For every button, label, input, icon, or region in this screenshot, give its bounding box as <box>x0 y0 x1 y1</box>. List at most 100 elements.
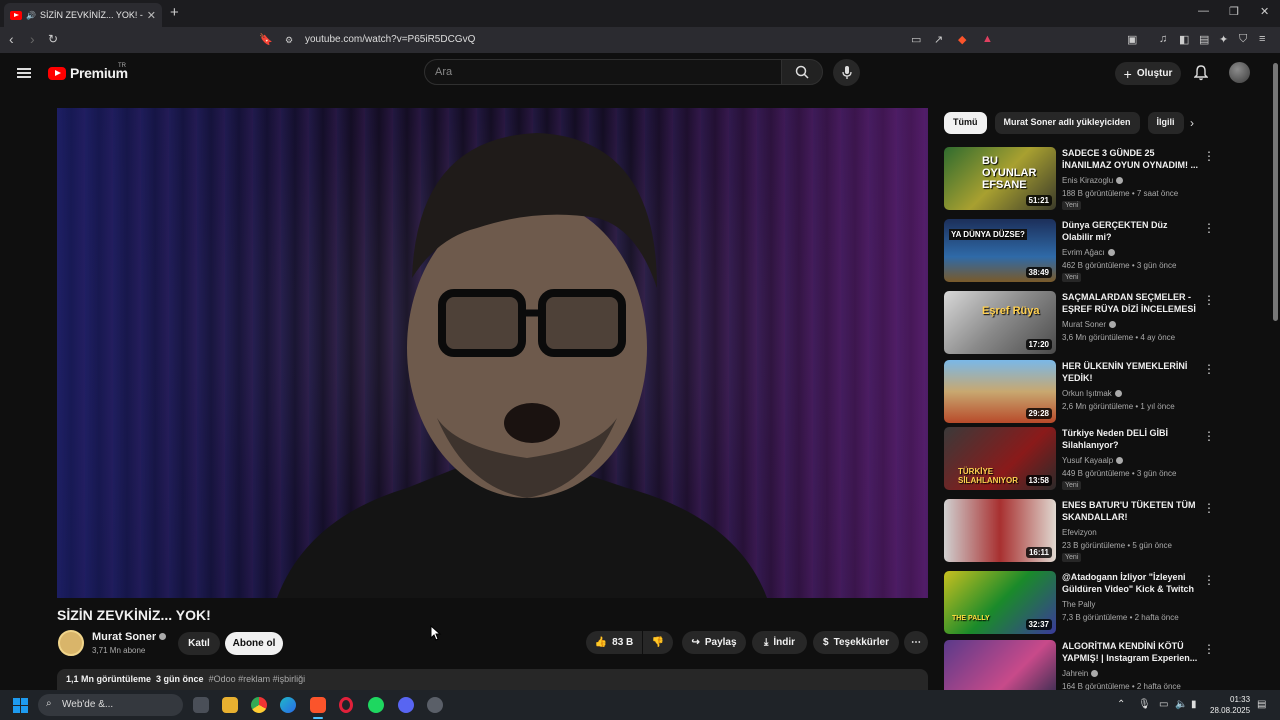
video-thumbnail[interactable]: 29:28 <box>944 360 1056 423</box>
reader-icon[interactable]: ◧ <box>1179 33 1189 46</box>
recommendation-item[interactable]: Eşref Rüya 17:20 SAÇMALARDAN SEÇMELER - … <box>944 291 1264 355</box>
site-settings-icon[interactable]: ⚙ <box>285 35 293 46</box>
volume-icon[interactable]: 🔈 <box>1175 699 1187 710</box>
file-explorer-icon[interactable] <box>222 697 238 713</box>
more-vertical-icon[interactable]: ⋮ <box>1203 362 1215 376</box>
edge-icon[interactable] <box>280 697 296 713</box>
new-tab-icon[interactable]: + <box>170 4 179 21</box>
recommendation-item[interactable]: ALGORİTMA KENDİNİ KÖTÜ YAPMIŞ! | Instagr… <box>944 640 1264 690</box>
bookmark-icon[interactable]: 🔖 <box>259 33 273 46</box>
steam-icon[interactable] <box>427 697 443 713</box>
thanks-button[interactable]: $ Teşekkürler <box>813 631 899 654</box>
minimize-icon[interactable]: — <box>1198 5 1209 17</box>
recommendation-item[interactable]: TÜRKİYE SİLAHLANIYOR 13:58 Türkiye Neden… <box>944 427 1264 491</box>
more-vertical-icon[interactable]: ⋮ <box>1203 573 1215 587</box>
taskbar-clock[interactable]: 01:33 28.08.2025 <box>1210 694 1250 716</box>
search-button[interactable] <box>781 59 823 85</box>
thanks-label: Teşekkürler <box>833 637 889 648</box>
spotify-icon[interactable] <box>368 697 384 713</box>
microphone-tray-icon[interactable]: 🎙 <box>1138 699 1151 710</box>
download-button[interactable]: ⤓ İndir <box>752 631 807 654</box>
more-actions-button[interactable]: ⋯ <box>904 631 928 654</box>
video-thumbnail[interactable]: TÜRKİYE SİLAHLANIYOR 13:58 <box>944 427 1056 490</box>
windows-start-icon[interactable] <box>13 698 28 713</box>
chip-from-uploader[interactable]: Murat Soner adlı yükleyiciden <box>994 112 1140 134</box>
task-view-icon[interactable] <box>193 697 209 713</box>
reload-icon[interactable]: ↻ <box>48 32 58 46</box>
chip-related[interactable]: İlgili <box>1147 112 1184 134</box>
share-page-icon[interactable]: ↗ <box>934 33 943 46</box>
subscribe-button[interactable]: Abone ol <box>225 632 283 655</box>
notifications-bell-icon[interactable] <box>1194 65 1208 81</box>
notification-center-icon[interactable]: ▤ <box>1257 699 1266 710</box>
more-vertical-icon[interactable]: ⋮ <box>1203 293 1215 307</box>
like-button[interactable]: 👍 83 B <box>586 631 642 654</box>
create-button[interactable]: + Oluştur <box>1115 62 1181 85</box>
network-icon[interactable]: ▭ <box>1159 699 1168 710</box>
chrome-icon[interactable] <box>251 697 267 713</box>
cast-icon[interactable]: ▭ <box>911 33 921 46</box>
wallet-icon[interactable]: ▤ <box>1199 33 1209 46</box>
audio-playing-icon[interactable]: 🔊 <box>26 11 36 20</box>
brave-shield-icon[interactable]: ◆ <box>958 33 966 46</box>
chip-scroll-right-icon[interactable]: › <box>1190 116 1194 130</box>
recommendation-item[interactable]: BU OYUNLAR EFSANE 51:21 SADECE 3 GÜNDE 2… <box>944 147 1264 211</box>
opera-gx-icon[interactable] <box>339 697 353 713</box>
taskbar-search[interactable]: ⌕ Web'de &... <box>38 694 183 716</box>
back-icon[interactable]: ‹ <box>9 31 14 47</box>
close-tab-icon[interactable]: ✕ <box>147 9 156 22</box>
menu-icon[interactable]: ≡ <box>1259 33 1265 45</box>
new-badge: Yeni <box>1062 273 1082 282</box>
video-thumbnail[interactable] <box>944 640 1056 690</box>
page-scrollbar[interactable] <box>1271 53 1280 693</box>
duration-badge: 32:37 <box>1025 619 1052 630</box>
youtube-premium-logo[interactable]: Premium <box>48 65 128 81</box>
more-vertical-icon[interactable]: ⋮ <box>1203 429 1215 443</box>
account-avatar[interactable] <box>1229 62 1250 83</box>
more-vertical-icon[interactable]: ⋮ <box>1203 149 1215 163</box>
description-box[interactable]: 1,1 Mn görüntüleme 3 gün önce #Odoo #rek… <box>57 669 928 691</box>
voice-search-button[interactable] <box>833 59 860 86</box>
battery-icon[interactable]: ▮ <box>1191 699 1197 710</box>
video-thumbnail[interactable]: 16:11 <box>944 499 1056 562</box>
microphone-icon <box>841 65 852 79</box>
rewards-icon[interactable]: ▲ <box>982 33 993 45</box>
more-vertical-icon[interactable]: ⋮ <box>1203 642 1215 656</box>
search-input[interactable]: Ara <box>424 59 782 85</box>
hashtags[interactable]: #Odoo #reklam #işbirliği <box>209 674 306 684</box>
browser-tab[interactable]: 🔊 SİZİN ZEVKİNİZ... YOK! - YouTube ✕ <box>4 3 162 27</box>
guide-menu-icon[interactable] <box>17 68 31 78</box>
leo-ai-icon[interactable]: ✦ <box>1219 33 1228 46</box>
recommendation-item[interactable]: YA DÜNYA DÜZSE? 38:49 Dünya GERÇEKTEN Dü… <box>944 219 1264 283</box>
brave-icon[interactable] <box>310 697 326 713</box>
scrollbar-thumb[interactable] <box>1273 63 1278 321</box>
discord-icon[interactable] <box>398 697 414 713</box>
dislike-button[interactable]: 👎 <box>643 631 673 654</box>
close-window-icon[interactable]: ✕ <box>1260 5 1269 18</box>
recommendation-item[interactable]: 29:28 HER ÜLKENİN YEMEKLERİNİ YEDİK! Ork… <box>944 360 1264 424</box>
video-thumbnail[interactable]: BU OYUNLAR EFSANE 51:21 <box>944 147 1056 210</box>
url-input[interactable]: youtube.com/watch?v=P65iR5DCGvQ <box>305 34 475 45</box>
more-vertical-icon[interactable]: ⋮ <box>1203 221 1215 235</box>
video-thumbnail[interactable]: Eşref Rüya 17:20 <box>944 291 1056 354</box>
video-thumbnail[interactable]: YA DÜNYA DÜZSE? 38:49 <box>944 219 1056 282</box>
mouse-cursor-icon <box>430 625 442 641</box>
channel-avatar[interactable] <box>58 630 84 656</box>
video-thumbnail[interactable]: THE PALLY 32:37 <box>944 571 1056 634</box>
sidebar-panel-icon[interactable]: ▣ <box>1127 33 1137 46</box>
video-player[interactable] <box>57 108 928 598</box>
join-button[interactable]: Katıl <box>178 632 220 655</box>
recommendation-channel-text: Efevizyon <box>1062 528 1097 537</box>
show-hidden-icons-icon[interactable]: ⌃ <box>1117 699 1125 710</box>
more-vertical-icon[interactable]: ⋮ <box>1203 501 1215 515</box>
recommendation-item[interactable]: THE PALLY 32:37 @Atadogann İzliyor "İzle… <box>944 571 1264 635</box>
forward-icon[interactable]: › <box>30 31 35 47</box>
channel-name[interactable]: Murat Soner <box>92 631 167 643</box>
media-icon[interactable]: ♫ <box>1159 33 1167 45</box>
taskbar-search-label: Web'de &... <box>62 699 114 710</box>
recommendation-item[interactable]: 16:11 ENES BATUR'U TÜKETEN TÜM SKANDALLA… <box>944 499 1264 563</box>
restore-icon[interactable]: ❐ <box>1229 5 1239 18</box>
share-button[interactable]: ↪ Paylaş <box>682 631 746 654</box>
chip-all[interactable]: Tümü <box>944 112 987 134</box>
vpn-icon[interactable]: ⛉ <box>1239 33 1247 46</box>
